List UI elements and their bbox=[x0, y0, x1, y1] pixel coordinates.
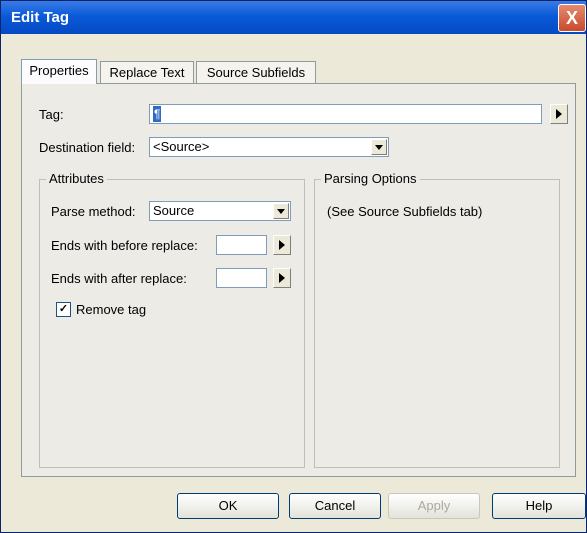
tag-insert-button[interactable] bbox=[550, 104, 568, 124]
tag-input[interactable]: ¶ bbox=[149, 104, 542, 124]
chevron-down-icon[interactable] bbox=[371, 139, 387, 155]
destination-select[interactable]: <Source> bbox=[149, 137, 389, 157]
ends-before-label: Ends with before replace: bbox=[51, 238, 198, 253]
parse-method-value: Source bbox=[153, 203, 195, 218]
parsing-options-note: (See Source Subfields tab) bbox=[327, 204, 483, 219]
cancel-button[interactable]: Cancel bbox=[289, 493, 381, 519]
remove-tag-label[interactable]: Remove tag bbox=[76, 302, 146, 317]
tag-label: Tag: bbox=[39, 107, 64, 122]
attributes-title: Attributes bbox=[46, 171, 107, 186]
close-button[interactable]: X bbox=[558, 4, 586, 32]
remove-tag-checkbox[interactable]: ✓ bbox=[56, 302, 71, 317]
parsing-options-title: Parsing Options bbox=[321, 171, 420, 186]
edit-tag-dialog: Edit Tag X Properties Replace Text Sourc… bbox=[0, 0, 587, 533]
ends-after-label: Ends with after replace: bbox=[51, 271, 187, 286]
chevron-down-icon[interactable] bbox=[273, 203, 289, 219]
attributes-group: Attributes Parse method: Source Ends wit… bbox=[39, 171, 305, 468]
parse-method-select[interactable]: Source bbox=[149, 201, 291, 221]
help-button[interactable]: Help bbox=[492, 493, 586, 519]
window-title: Edit Tag bbox=[11, 9, 70, 26]
ok-button[interactable]: OK bbox=[177, 493, 279, 519]
ends-before-input[interactable] bbox=[216, 235, 267, 255]
title-bar[interactable]: Edit Tag X bbox=[1, 1, 586, 34]
ends-after-input[interactable] bbox=[216, 268, 267, 288]
parsing-options-group: Parsing Options (See Source Subfields ta… bbox=[314, 171, 560, 468]
tab-source-subfields[interactable]: Source Subfields bbox=[196, 61, 316, 83]
destination-label: Destination field: bbox=[39, 140, 136, 155]
tab-replace-text[interactable]: Replace Text bbox=[100, 61, 194, 83]
tab-properties[interactable]: Properties bbox=[21, 59, 97, 84]
destination-value: <Source> bbox=[153, 139, 210, 154]
ends-after-insert-button[interactable] bbox=[273, 268, 291, 288]
properties-panel: Tag: ¶ Destination field: <Source> Attri… bbox=[21, 83, 576, 477]
ends-before-insert-button[interactable] bbox=[273, 235, 291, 255]
apply-button[interactable]: Apply bbox=[388, 493, 480, 519]
tag-value: ¶ bbox=[153, 106, 162, 122]
parse-method-label: Parse method: bbox=[51, 204, 136, 219]
